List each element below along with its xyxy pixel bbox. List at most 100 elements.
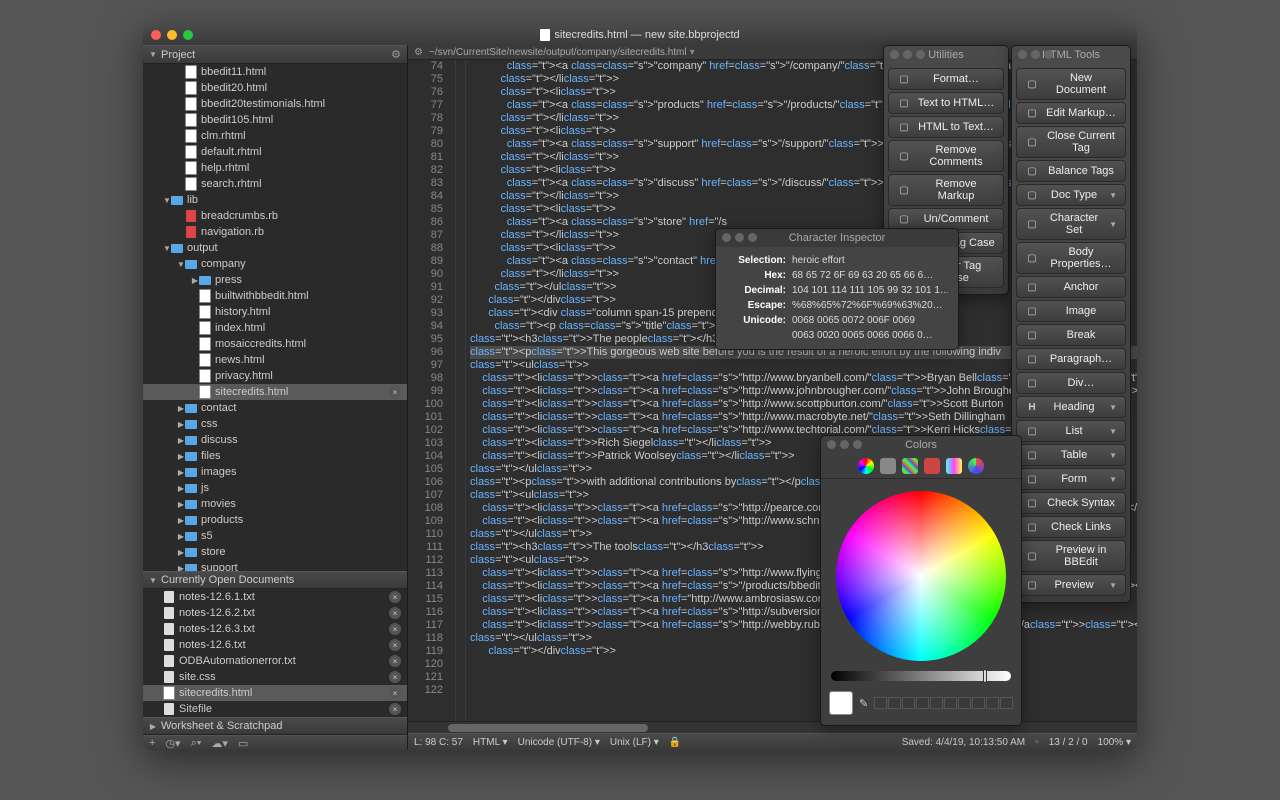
saved-swatches[interactable]: [874, 697, 1013, 709]
palette-traffic-icon[interactable]: [827, 440, 862, 449]
chevron-down-icon[interactable]: ▼: [1109, 427, 1117, 436]
close-icon[interactable]: ×: [389, 639, 401, 651]
open-doc-item[interactable]: ODBAutomationerror.txt×: [143, 653, 407, 669]
html-tool-button[interactable]: ▢Edit Markup…: [1016, 102, 1126, 124]
add-icon[interactable]: +: [149, 737, 155, 749]
disclosure-triangle-icon[interactable]: ▶: [177, 436, 185, 444]
tree-item[interactable]: mosaiccredits.html: [143, 336, 407, 352]
tree-item[interactable]: index.html: [143, 320, 407, 336]
chevron-down-icon[interactable]: ▼: [1109, 403, 1117, 412]
document-icon[interactable]: ▫: [1035, 737, 1039, 748]
panel-icon[interactable]: ▭: [238, 737, 248, 750]
html-tool-button[interactable]: ▢Check Syntax: [1016, 492, 1126, 514]
html-tool-button[interactable]: ▢Balance Tags: [1016, 160, 1126, 182]
open-doc-item[interactable]: Sitefile×: [143, 701, 407, 717]
fold-column[interactable]: [456, 60, 466, 721]
color-custom-tab-icon[interactable]: [968, 458, 984, 474]
html-tool-button[interactable]: HHeading▼: [1016, 396, 1126, 418]
zoom-selector[interactable]: 100% ▾: [1098, 737, 1131, 748]
color-wheel[interactable]: [836, 491, 1006, 661]
tree-item[interactable]: ▶press: [143, 272, 407, 288]
tree-item[interactable]: ▶files: [143, 448, 407, 464]
close-icon[interactable]: ×: [389, 703, 401, 715]
project-section-header[interactable]: ▼ Project ⚙: [143, 45, 407, 64]
color-sliders-tab-icon[interactable]: [880, 458, 896, 474]
gear-icon[interactable]: ⚙: [391, 48, 401, 61]
html-tool-button[interactable]: ▢Table▼: [1016, 444, 1126, 466]
html-tool-button[interactable]: ▢Div…: [1016, 372, 1126, 394]
tree-item[interactable]: ▼output: [143, 240, 407, 256]
utility-button[interactable]: ▢Format…: [888, 68, 1004, 90]
tree-item[interactable]: privacy.html: [143, 368, 407, 384]
chevron-down-icon[interactable]: ▼: [1109, 220, 1117, 229]
tree-item[interactable]: ▼lib: [143, 192, 407, 208]
colors-title[interactable]: Colors: [821, 436, 1021, 454]
color-mode-tabs[interactable]: [821, 454, 1021, 479]
chevron-down-icon[interactable]: ▼: [1109, 581, 1117, 590]
tree-item[interactable]: navigation.rb: [143, 224, 407, 240]
html-tool-button[interactable]: ▢Preview in BBEdit: [1016, 540, 1126, 572]
color-pencils-tab-icon[interactable]: [946, 458, 962, 474]
disclosure-triangle-icon[interactable]: ▼: [163, 244, 171, 252]
tree-item[interactable]: ▶discuss: [143, 432, 407, 448]
utilities-title[interactable]: Utilities: [884, 46, 1008, 64]
html-tool-button[interactable]: ▢Anchor: [1016, 276, 1126, 298]
palette-traffic-icon[interactable]: [722, 233, 757, 242]
chevron-down-icon[interactable]: ▼: [1109, 451, 1117, 460]
tree-item[interactable]: ▼company: [143, 256, 407, 272]
disclosure-triangle-icon[interactable]: ▼: [163, 196, 171, 204]
disclosure-triangle-icon[interactable]: ▶: [177, 420, 185, 428]
chevron-down-icon[interactable]: ▼: [1109, 475, 1117, 484]
tree-item[interactable]: builtwithbbedit.html: [143, 288, 407, 304]
tree-item[interactable]: ▶store: [143, 544, 407, 560]
slider-knob[interactable]: [983, 669, 987, 683]
palette-traffic-icon[interactable]: [890, 50, 925, 59]
disclosure-triangle-icon[interactable]: ▶: [177, 404, 185, 412]
disclosure-triangle-icon[interactable]: ▶: [177, 532, 185, 540]
open-doc-item[interactable]: site.css×: [143, 669, 407, 685]
tree-item[interactable]: ▶images: [143, 464, 407, 480]
tree-item[interactable]: search.rhtml: [143, 176, 407, 192]
zoom-window-icon[interactable]: [183, 30, 193, 40]
language-selector[interactable]: HTML ▾: [473, 737, 508, 748]
disclosure-triangle-icon[interactable]: ▼: [149, 576, 157, 584]
tree-item[interactable]: breadcrumbs.rb: [143, 208, 407, 224]
html-tool-button[interactable]: ▢Break: [1016, 324, 1126, 346]
minimize-window-icon[interactable]: [167, 30, 177, 40]
tree-item[interactable]: bbedit105.html: [143, 112, 407, 128]
disclosure-triangle-icon[interactable]: ▶: [191, 276, 199, 284]
open-documents-list[interactable]: notes-12.6.1.txt×notes-12.6.2.txt×notes-…: [143, 589, 407, 717]
gear-icon[interactable]: ⚙: [414, 47, 423, 58]
tree-item[interactable]: ▶s5: [143, 528, 407, 544]
html-tool-button[interactable]: ▢Check Links: [1016, 516, 1126, 538]
disclosure-triangle-icon[interactable]: ▶: [177, 468, 185, 476]
open-doc-item[interactable]: notes-12.6.2.txt×: [143, 605, 407, 621]
utility-button[interactable]: ▢Text to HTML…: [888, 92, 1004, 114]
close-icon[interactable]: ×: [389, 687, 401, 699]
window-traffic-lights[interactable]: [151, 30, 193, 40]
tree-item[interactable]: ▶movies: [143, 496, 407, 512]
utility-button[interactable]: ▢HTML to Text…: [888, 116, 1004, 138]
html-tools-title[interactable]: HTML Tools: [1012, 46, 1130, 64]
html-tool-button[interactable]: ▢Doc Type▼: [1016, 184, 1126, 206]
tree-item[interactable]: clm.rhtml: [143, 128, 407, 144]
document-path[interactable]: ~/svn/CurrentSite/newsite/output/company…: [429, 47, 687, 58]
close-icon[interactable]: ×: [389, 591, 401, 603]
lineending-selector[interactable]: Unix (LF) ▾: [610, 737, 659, 748]
html-tool-button[interactable]: ▢Form▼: [1016, 468, 1126, 490]
html-tool-button[interactable]: ▢Character Set▼: [1016, 208, 1126, 240]
html-tools-palette[interactable]: HTML Tools ▢New Document▢Edit Markup…▢Cl…: [1011, 45, 1131, 603]
disclosure-triangle-icon[interactable]: ▶: [177, 484, 185, 492]
open-documents-header[interactable]: ▼ Currently Open Documents: [143, 571, 407, 589]
open-doc-item[interactable]: notes-12.6.1.txt×: [143, 589, 407, 605]
disclosure-triangle-icon[interactable]: ▶: [177, 516, 185, 524]
tree-item[interactable]: news.html: [143, 352, 407, 368]
disclosure-triangle-icon[interactable]: ▶: [177, 548, 185, 556]
html-tool-button[interactable]: ▢List▼: [1016, 420, 1126, 442]
titlebar[interactable]: sitecredits.html — new site.bbprojectd: [143, 25, 1137, 45]
tree-item[interactable]: ▶support: [143, 560, 407, 571]
cloud-icon[interactable]: ☁▾: [211, 737, 228, 750]
encoding-selector[interactable]: Unicode (UTF-8) ▾: [518, 737, 600, 748]
tree-item[interactable]: history.html: [143, 304, 407, 320]
open-doc-item[interactable]: notes-12.6.3.txt×: [143, 621, 407, 637]
